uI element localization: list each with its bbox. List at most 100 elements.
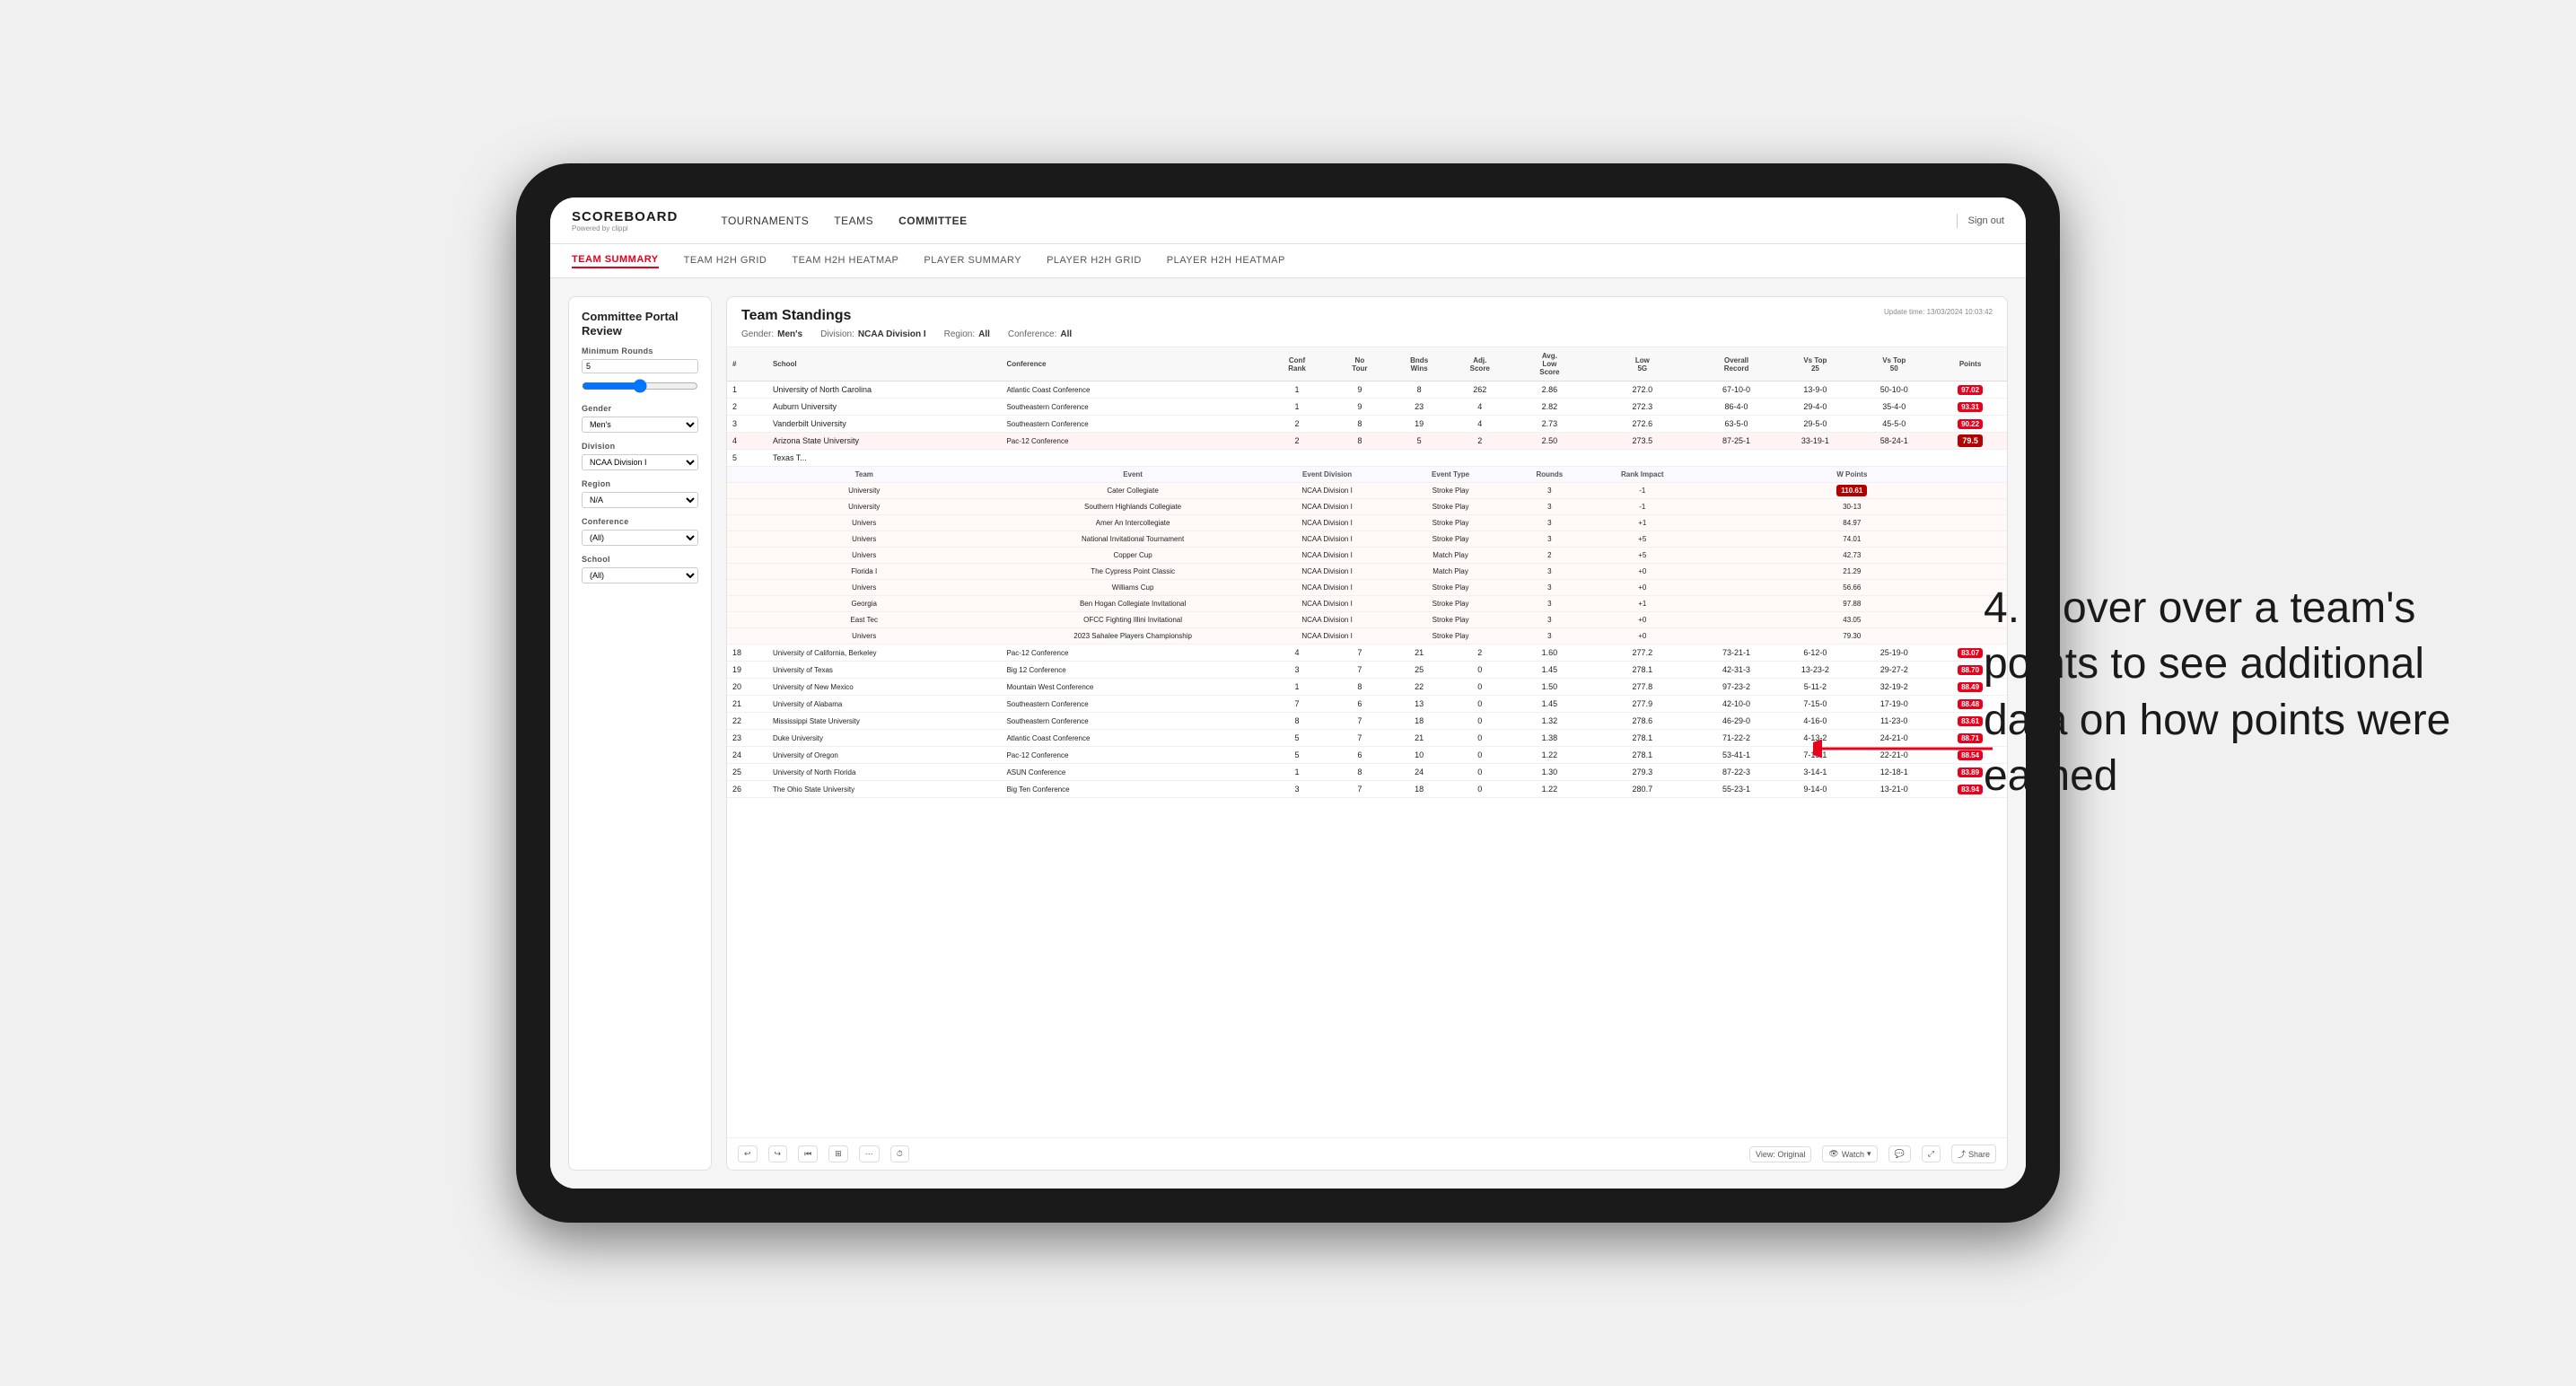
share-icon: ⤴ [1958,1148,1966,1160]
col-avg-low: Avg.LowScore [1511,347,1588,382]
col-school: School [767,347,1002,382]
sidebar-min-rounds: Minimum Rounds [582,346,698,395]
points-badge[interactable]: 88.71 [1958,733,1983,743]
clock-button[interactable]: ⏱ [890,1145,909,1162]
col-vs50: Vs Top50 [1854,347,1933,382]
redo-button[interactable]: ↪ [768,1145,788,1162]
tooltip-row: Univers Williams Cup NCAA Division I Str… [727,580,2007,596]
points-badge-highlight[interactable]: 79.5 [1958,434,1983,447]
share-label: Share [1968,1150,1990,1159]
table-row: 24 University of Oregon Pac-12 Conferenc… [727,747,2007,764]
table-row: 3 Vanderbilt University Southeastern Con… [727,416,2007,433]
col-overall: OverallRecord [1697,347,1776,382]
subnav-team-h2h-grid[interactable]: TEAM H2H GRID [684,255,767,268]
watch-button[interactable]: 👁 Watch ▾ [1822,1145,1877,1162]
share-button[interactable]: ⤴ Share [1951,1145,1996,1163]
region-select[interactable]: N/A [582,492,698,508]
nav-teams[interactable]: TEAMS [834,215,873,227]
col-conference: Conference [1001,347,1264,382]
points-badge[interactable]: 88.49 [1958,682,1983,692]
view-label: View: Original [1756,1150,1805,1159]
tablet-frame: SCOREBOARD Powered by clippi TOURNAMENTS… [516,163,2060,1223]
table-area: Team Standings Update time: 13/03/2024 1… [726,296,2008,1171]
col-vs25: Vs Top25 [1775,347,1854,382]
comment-button[interactable]: 💬 [1888,1145,1911,1162]
undo-button[interactable]: ↩ [738,1145,758,1162]
points-badge[interactable]: 88.54 [1958,750,1983,760]
gender-label: Gender [582,404,698,413]
main-content: Committee Portal Review Minimum Rounds G… [550,278,2026,1189]
subnav-team-summary[interactable]: TEAM SUMMARY [572,254,659,268]
sidebar-school: School (All) [582,555,698,583]
sidebar: Committee Portal Review Minimum Rounds G… [568,296,712,1171]
col-bnds: BndsWins [1389,347,1448,382]
view-button[interactable]: View: Original [1749,1146,1811,1162]
table-row: 23 Duke University Atlantic Coast Confer… [727,730,2007,747]
points-badge[interactable]: 83.61 [1958,716,1983,726]
scroll-area[interactable]: # School Conference ConfRank NoTour Bnds… [727,347,2007,1137]
nav-tournaments[interactable]: TOURNAMENTS [721,215,809,227]
sidebar-gender: Gender Men's [582,404,698,433]
points-badge[interactable]: 83.89 [1958,768,1983,777]
region-filter: Region: All [944,329,990,339]
table-row: 18 University of California, Berkeley Pa… [727,645,2007,662]
tooltip-row: East Tec OFCC Fighting Illini Invitation… [727,612,2007,628]
redo-icon: ↪ [775,1149,782,1159]
nav-links: TOURNAMENTS TEAMS COMMITTEE [721,215,1927,227]
table-row: 20 University of New Mexico Mountain Wes… [727,679,2007,696]
skip-back-button[interactable]: ⏮ [798,1145,818,1162]
subnav-player-h2h-grid[interactable]: PLAYER H2H GRID [1047,255,1142,268]
points-badge[interactable]: 88.70 [1958,665,1983,675]
table-row: 2 Auburn University Southeastern Confere… [727,399,2007,416]
col-points: Points [1933,347,2007,382]
table-row: 1 University of North Carolina Atlantic … [727,382,2007,399]
toolbar: ↩ ↪ ⏮ ⊞ ⋯ ⏱ [727,1137,2007,1170]
school-select[interactable]: (All) [582,567,698,583]
division-select[interactable]: NCAA Division I [582,454,698,470]
min-rounds-label: Minimum Rounds [582,346,698,355]
tooltip-row: Univers Copper Cup NCAA Division I Match… [727,548,2007,564]
table-row: 19 University of Texas Big 12 Conference… [727,662,2007,679]
nav-right: Sign out [1957,214,2004,228]
filters-row: Gender: Men's Division: NCAA Division I … [741,329,1993,339]
more-button[interactable]: ⋯ [859,1145,880,1162]
sidebar-region: Region N/A [582,479,698,508]
sign-out-link[interactable]: Sign out [1968,215,2004,226]
points-badge[interactable]: 90.22 [1958,419,1983,429]
table-row: 26 The Ohio State University Big Ten Con… [727,781,2007,798]
nav-committee[interactable]: COMMITTEE [898,215,968,227]
tooltip-row: Univers Amer An Intercollegiate NCAA Div… [727,515,2007,531]
table-row: 5 Texas T... [727,450,2007,467]
clock-icon: ⏱ [897,1149,903,1159]
points-badge-tooltip[interactable]: 110.61 [1836,485,1867,496]
nav-divider [1957,214,1958,228]
col-adj-score: Adj.Score [1449,347,1511,382]
undo-icon: ↩ [744,1149,751,1159]
subnav-team-h2h-heatmap[interactable]: TEAM H2H HEATMAP [792,255,898,268]
points-badge[interactable]: 83.94 [1958,785,1983,794]
points-badge[interactable]: 83.07 [1958,648,1983,658]
expand-button[interactable]: ⤢ [1922,1145,1941,1162]
subnav-player-summary[interactable]: PLAYER SUMMARY [924,255,1021,268]
subnav-player-h2h-heatmap[interactable]: PLAYER H2H HEATMAP [1167,255,1285,268]
comment-icon: 💬 [1895,1149,1905,1159]
school-label: School [582,555,698,564]
eye-icon: 👁 [1828,1149,1838,1159]
top-nav: SCOREBOARD Powered by clippi TOURNAMENTS… [550,197,2026,244]
table-row: 21 University of Alabama Southeastern Co… [727,696,2007,713]
expand-icon: ⤢ [1928,1149,1934,1159]
col-rank: # [727,347,767,382]
points-badge[interactable]: 93.31 [1958,402,1983,412]
min-rounds-slider[interactable] [582,379,698,393]
watch-chevron-icon: ▾ [1867,1149,1871,1159]
gender-select[interactable]: Men's [582,417,698,433]
min-rounds-input[interactable] [582,359,698,373]
points-badge[interactable]: 97.02 [1958,385,1983,395]
layout-button[interactable]: ⊞ [828,1145,848,1162]
region-label: Region [582,479,698,488]
conference-select[interactable]: (All) [582,530,698,546]
points-badge[interactable]: 88.48 [1958,699,1983,709]
tooltip-row: Georgia Ben Hogan Collegiate Invitationa… [727,596,2007,612]
table-row-highlighted: 4 Arizona State University Pac-12 Confer… [727,433,2007,450]
conference-label: Conference [582,517,698,526]
